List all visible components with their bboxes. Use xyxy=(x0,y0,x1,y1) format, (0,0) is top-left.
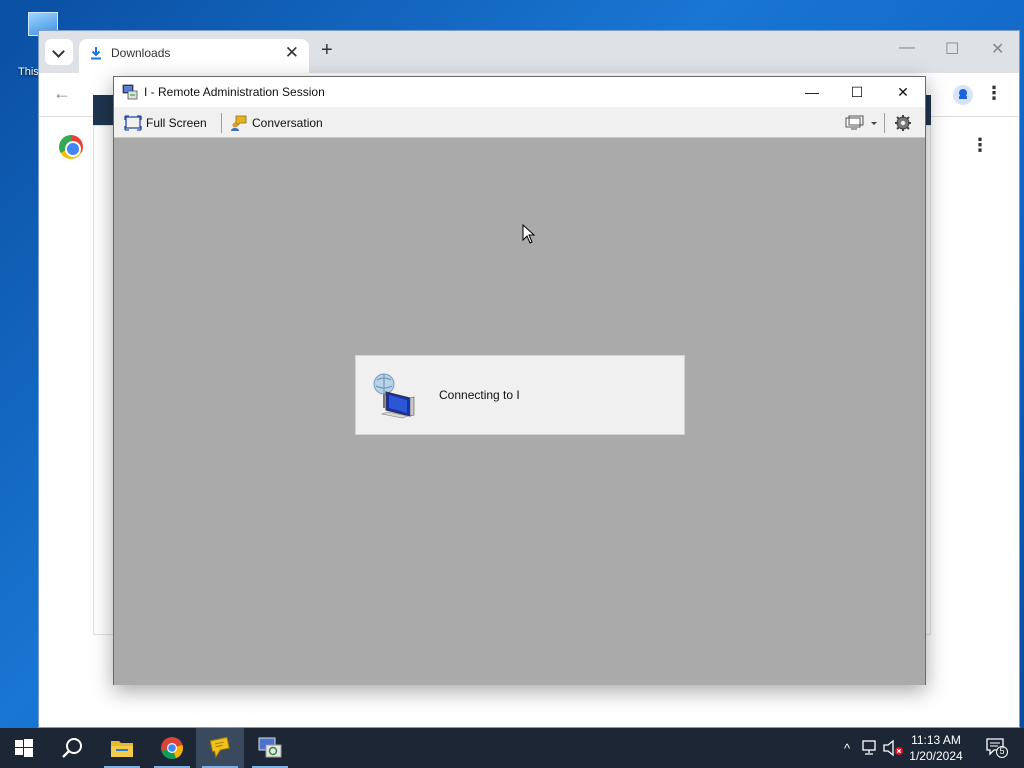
show-hidden-icons-button[interactable]: ^ xyxy=(838,741,856,756)
chat-bubble-icon xyxy=(209,736,230,759)
settings-button[interactable] xyxy=(894,113,912,133)
toolbar-separator xyxy=(884,113,885,133)
tab-strip: Downloads ✕ + — ☐ ✕ xyxy=(39,31,1019,73)
remote-minimize-button[interactable]: — xyxy=(789,77,835,107)
tab-title: Downloads xyxy=(111,46,171,60)
downloads-menu-button[interactable]: ⋮ xyxy=(971,135,989,156)
windows-logo-icon xyxy=(15,739,33,757)
remote-maximize-button[interactable]: ☐ xyxy=(834,77,880,107)
full-screen-icon xyxy=(124,115,142,131)
remote-title-bar[interactable]: I - Remote Administration Session — ☐ ✕ xyxy=(114,77,925,107)
remote-admin-taskbar-button[interactable] xyxy=(246,728,294,768)
network-computer-icon xyxy=(373,373,415,419)
folder-icon xyxy=(111,741,133,757)
chrome-taskbar-button[interactable] xyxy=(148,728,196,768)
notification-count: 5 xyxy=(999,746,1005,756)
conversation-label: Conversation xyxy=(252,116,323,130)
remote-admin-window: I - Remote Administration Session — ☐ ✕ … xyxy=(113,76,926,685)
connecting-dialog: Connecting to I xyxy=(355,355,685,435)
new-tab-button[interactable]: + xyxy=(321,39,333,62)
action-center-button[interactable]: 5 xyxy=(986,738,1008,758)
system-tray: ^ xyxy=(838,728,904,768)
desktop-icon-label: This xyxy=(18,66,39,78)
volume-muted-icon[interactable] xyxy=(882,739,904,757)
toolbar-separator xyxy=(221,113,222,133)
remote-chat-taskbar-button[interactable] xyxy=(196,728,244,768)
chrome-icon xyxy=(161,737,183,760)
browser-minimize-button[interactable]: — xyxy=(899,39,915,57)
remote-admin-app-icon xyxy=(122,84,138,100)
tab-search-button[interactable] xyxy=(45,39,73,65)
back-button[interactable]: ← xyxy=(53,83,71,104)
clock-time: 11:13 AM xyxy=(911,733,961,747)
conversation-button[interactable]: Conversation xyxy=(230,113,323,133)
remote-window-title: I - Remote Administration Session xyxy=(144,85,325,99)
clock-date: 1/20/2024 xyxy=(909,749,963,763)
gear-icon xyxy=(895,115,911,131)
download-icon xyxy=(91,47,101,60)
taskbar-clock[interactable]: 11:13 AM 1/20/2024 xyxy=(906,732,966,764)
mouse-cursor-icon xyxy=(522,224,536,244)
browser-maximize-button[interactable]: ☐ xyxy=(945,39,959,59)
connecting-message: Connecting to I xyxy=(439,388,520,402)
full-screen-button[interactable]: Full Screen xyxy=(124,113,207,133)
browser-close-button[interactable]: ✕ xyxy=(991,39,1004,59)
full-screen-label: Full Screen xyxy=(146,116,207,130)
conversation-icon xyxy=(231,115,247,131)
taskbar: ^ 11:13 AM 1/20/2024 5 xyxy=(0,728,1024,768)
monitor-select-button[interactable] xyxy=(844,113,878,133)
tab-downloads[interactable]: Downloads ✕ xyxy=(79,39,309,73)
search-icon xyxy=(62,738,82,758)
file-explorer-button[interactable] xyxy=(98,728,146,768)
network-icon[interactable] xyxy=(860,739,880,757)
tab-close-button[interactable]: ✕ xyxy=(285,43,299,63)
profile-icon[interactable] xyxy=(953,85,973,105)
monitor-dropdown-icon xyxy=(845,115,877,130)
browser-menu-button[interactable]: ⋮ xyxy=(985,83,1003,104)
remote-close-button[interactable]: ✕ xyxy=(880,77,926,107)
remote-toolbar: Full Screen Conversation xyxy=(114,107,925,138)
remote-admin-icon xyxy=(258,737,282,758)
start-button[interactable] xyxy=(0,728,48,768)
chrome-logo-icon xyxy=(59,135,83,159)
search-button[interactable] xyxy=(48,728,96,768)
